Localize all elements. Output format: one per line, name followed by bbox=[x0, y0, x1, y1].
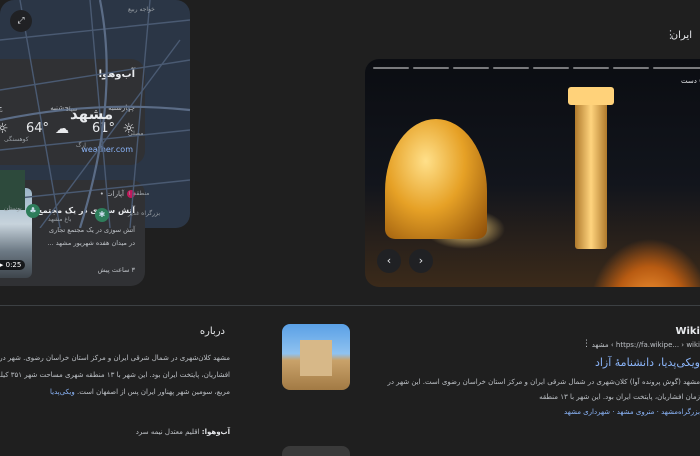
carousel-progress bbox=[453, 67, 489, 69]
more-vert-icon[interactable]: ⋮ bbox=[665, 28, 676, 41]
result-site-name[interactable]: Wiki bbox=[675, 326, 700, 337]
result-sitelinks[interactable]: بزرگراه‌مشهد · متروی مشهد · شهرداری مشهد bbox=[564, 408, 700, 416]
expand-map-icon[interactable]: ⤢ bbox=[10, 10, 32, 32]
section-divider bbox=[0, 305, 700, 306]
map-card[interactable]: ⤢ مشهد خواجه ربیع سباد کوهسنگی مصلی باغ … bbox=[0, 0, 190, 228]
landmark-pin-icon[interactable]: ✱ bbox=[95, 208, 109, 222]
chevron-left-icon[interactable]: ‹ bbox=[377, 249, 401, 273]
result-thumbnail[interactable] bbox=[282, 324, 350, 390]
carousel-progress bbox=[653, 67, 700, 69]
more-vert-icon[interactable]: ⋮ bbox=[582, 339, 591, 349]
shrine-dome bbox=[385, 119, 487, 239]
map-label: سباد bbox=[66, 106, 78, 113]
tomb-building bbox=[300, 340, 332, 376]
carousel-progress bbox=[533, 67, 569, 69]
shrine-minaret bbox=[575, 89, 607, 249]
map-label: باغ مشهد bbox=[48, 216, 72, 223]
photo-carousel[interactable]: (2) دست‌ ‹ › bbox=[365, 59, 700, 287]
result-snippet: مشهد (گوش پرونده آوا) کلان‌شهری در شمال … bbox=[387, 378, 700, 401]
carousel-progress bbox=[413, 67, 449, 69]
wikipedia-link[interactable]: ویکی‌پدیا bbox=[50, 388, 75, 396]
map-label: بزرگراه غدیر bbox=[128, 210, 161, 217]
shrine-minaret-balcony bbox=[568, 87, 614, 105]
carousel-progress bbox=[373, 67, 409, 69]
map-label: بوستان bbox=[4, 205, 22, 212]
about-text: مشهد کلان‌شهری در شمال شرقی ایران و مرکز… bbox=[0, 354, 230, 396]
result-url[interactable]: https://fa.wikipe... › wiki › مشهد bbox=[592, 341, 700, 349]
map-label: مصلی bbox=[128, 130, 144, 137]
news-time: ۳ ساعت پیش bbox=[97, 266, 135, 274]
park-pin-icon[interactable]: ♣ bbox=[26, 204, 40, 218]
map-label: کوهسنگی bbox=[4, 136, 29, 143]
video-duration: ▶ 0:25 bbox=[0, 260, 26, 270]
map-label: ارگ bbox=[76, 142, 86, 149]
carousel-progress bbox=[573, 67, 609, 69]
chevron-right-icon[interactable]: › bbox=[409, 249, 433, 273]
result-thumbnail[interactable] bbox=[282, 446, 350, 456]
carousel-progress bbox=[493, 67, 529, 69]
result-title[interactable]: ویکی‌پدیا، دانشنامهٔ آزاد bbox=[595, 356, 700, 369]
photo-caption: (2) دست‌ bbox=[680, 77, 700, 85]
climate-fact: آب‌وهوا: اقلیم معتدل نیمه سرد bbox=[135, 428, 230, 436]
play-icon: ▶ bbox=[0, 261, 4, 269]
carousel-progress bbox=[613, 67, 649, 69]
map-label: منطقه ۱ bbox=[128, 190, 150, 197]
map-label: خواجه ربیع bbox=[128, 6, 155, 13]
about-title: درباره bbox=[199, 326, 225, 337]
